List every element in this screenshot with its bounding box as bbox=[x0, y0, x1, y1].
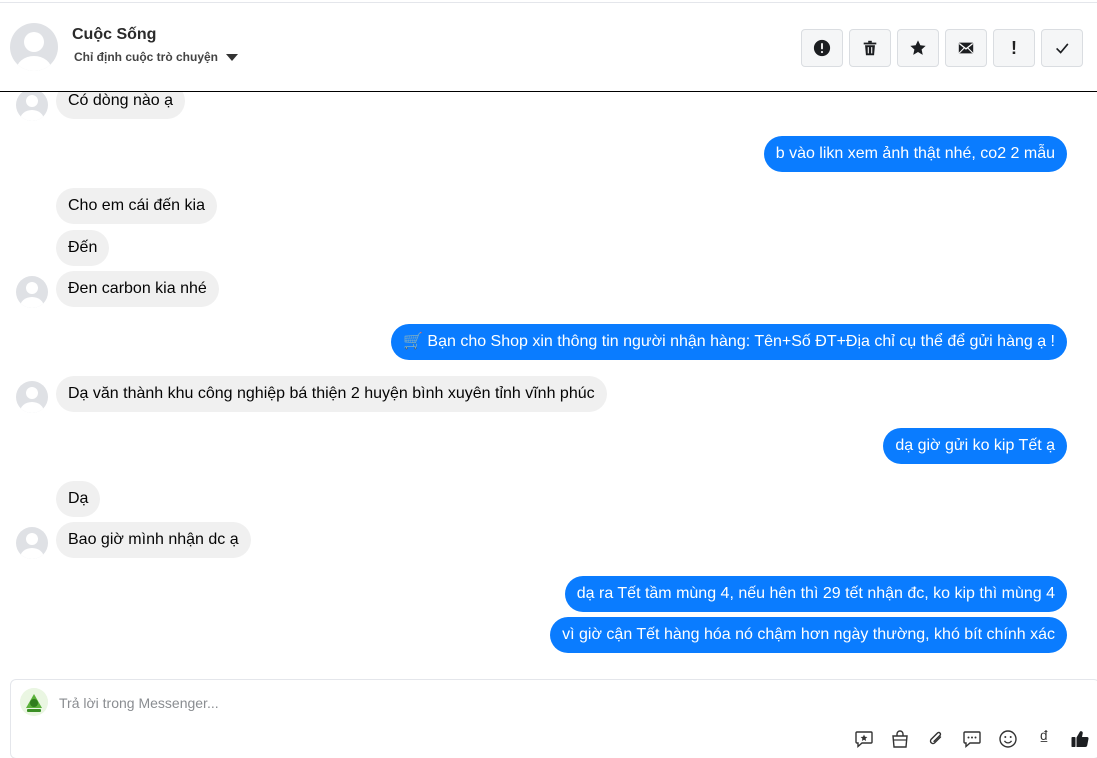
paperclip-icon bbox=[929, 731, 942, 745]
incoming-message[interactable]: Cho em cái đến kia bbox=[56, 188, 217, 224]
page-logo-icon bbox=[20, 688, 48, 716]
incoming-message[interactable]: Bao giờ mình nhận dc ạ bbox=[56, 522, 251, 558]
contact-avatar-small[interactable] bbox=[16, 92, 48, 121]
exclamation-icon: ! bbox=[1011, 37, 1017, 58]
assign-conversation-dropdown[interactable]: Chỉ định cuộc trò chuyện bbox=[74, 50, 239, 64]
payment-button[interactable]: ₫ bbox=[1033, 728, 1055, 750]
trash-icon bbox=[863, 40, 877, 56]
delete-button[interactable] bbox=[849, 29, 891, 67]
incoming-message[interactable]: Có dòng nào ạ bbox=[56, 92, 185, 119]
envelope-icon bbox=[958, 42, 974, 54]
message-bubble: Có dòng nào ạ bbox=[56, 92, 185, 119]
dong-currency-icon: ₫ bbox=[1039, 728, 1049, 749]
contact-avatar-small[interactable] bbox=[16, 276, 48, 308]
exclamation-circle-icon bbox=[813, 39, 831, 57]
contact-avatar-small[interactable] bbox=[16, 381, 48, 413]
message-bubble: Bao giờ mình nhận dc ạ bbox=[56, 522, 251, 558]
conversation-header: Cuộc Sống Chỉ định cuộc trò chuyện ! bbox=[0, 2, 1097, 92]
outgoing-message[interactable]: 🛒 Bạn cho Shop xin thông tin người nhận … bbox=[391, 324, 1067, 360]
chat-dots-icon bbox=[963, 731, 981, 749]
shopping-bag-icon bbox=[892, 730, 908, 748]
caret-down-icon bbox=[226, 53, 239, 61]
message-bubble: Dạ văn thành khu công nghiệp bá thiện 2 … bbox=[56, 376, 607, 412]
message-bubble: Dạ bbox=[56, 481, 101, 517]
chat-star-icon bbox=[855, 731, 873, 749]
smiley-icon bbox=[999, 730, 1017, 748]
incoming-message[interactable]: Đến bbox=[56, 230, 110, 266]
check-icon bbox=[1056, 43, 1069, 54]
like-button[interactable] bbox=[1069, 728, 1091, 750]
saved-reply-button[interactable] bbox=[853, 728, 875, 750]
mark-unread-button[interactable] bbox=[945, 29, 987, 67]
message-bubble: 🛒 Bạn cho Shop xin thông tin người nhận … bbox=[391, 324, 1067, 360]
emoji-button[interactable] bbox=[997, 728, 1019, 750]
spam-button[interactable] bbox=[801, 29, 843, 67]
reply-input[interactable] bbox=[59, 692, 959, 714]
message-bubble: Cho em cái đến kia bbox=[56, 188, 217, 224]
star-button[interactable] bbox=[897, 29, 939, 67]
mark-done-button[interactable] bbox=[1041, 29, 1083, 67]
message-bubble: Đen carbon kia nhé bbox=[56, 271, 219, 307]
message-thread: Có dòng nào ạ b vào likn xem ảnh thật nh… bbox=[0, 92, 1097, 677]
outgoing-message[interactable]: dạ giờ gửi ko kip Tết ạ bbox=[883, 428, 1067, 464]
messenger-inbox: Cuộc Sống Chỉ định cuộc trò chuyện ! Có … bbox=[0, 0, 1097, 758]
assign-label: Chỉ định cuộc trò chuyện bbox=[74, 50, 219, 64]
message-bubble: Đến bbox=[56, 230, 110, 266]
message-bubble: vì giờ cận Tết hàng hóa nó chậm hơn ngày… bbox=[550, 617, 1067, 653]
contact-avatar-small[interactable] bbox=[16, 527, 48, 559]
contact-avatar[interactable] bbox=[10, 23, 58, 71]
shop-bag-button[interactable] bbox=[889, 728, 911, 750]
outgoing-message[interactable]: b vào likn xem ảnh thật nhé, co2 2 mẫu bbox=[763, 136, 1067, 172]
page-avatar[interactable] bbox=[20, 688, 48, 716]
star-icon bbox=[910, 40, 926, 55]
message-bubble: dạ ra Tết tầm mùng 4, nếu hên thì 29 tết… bbox=[564, 576, 1067, 612]
attach-button[interactable] bbox=[925, 728, 947, 750]
incoming-message[interactable]: Dạ bbox=[56, 481, 101, 517]
outgoing-message[interactable]: dạ ra Tết tầm mùng 4, nếu hên thì 29 tết… bbox=[564, 576, 1067, 612]
thumbs-up-icon bbox=[1071, 731, 1089, 748]
message-bubble: b vào likn xem ảnh thật nhé, co2 2 mẫu bbox=[763, 136, 1067, 172]
message-bubble: dạ giờ gửi ko kip Tết ạ bbox=[883, 428, 1067, 464]
quick-reply-button[interactable] bbox=[961, 728, 983, 750]
incoming-message[interactable]: Đen carbon kia nhé bbox=[56, 271, 219, 307]
outgoing-message[interactable]: vì giờ cận Tết hàng hóa nó chậm hơn ngày… bbox=[550, 617, 1067, 653]
incoming-message[interactable]: Dạ văn thành khu công nghiệp bá thiện 2 … bbox=[56, 376, 607, 412]
reply-composer: ₫ bbox=[10, 679, 1097, 758]
contact-name[interactable]: Cuộc Sống bbox=[72, 26, 156, 44]
follow-up-button[interactable]: ! bbox=[993, 29, 1035, 67]
